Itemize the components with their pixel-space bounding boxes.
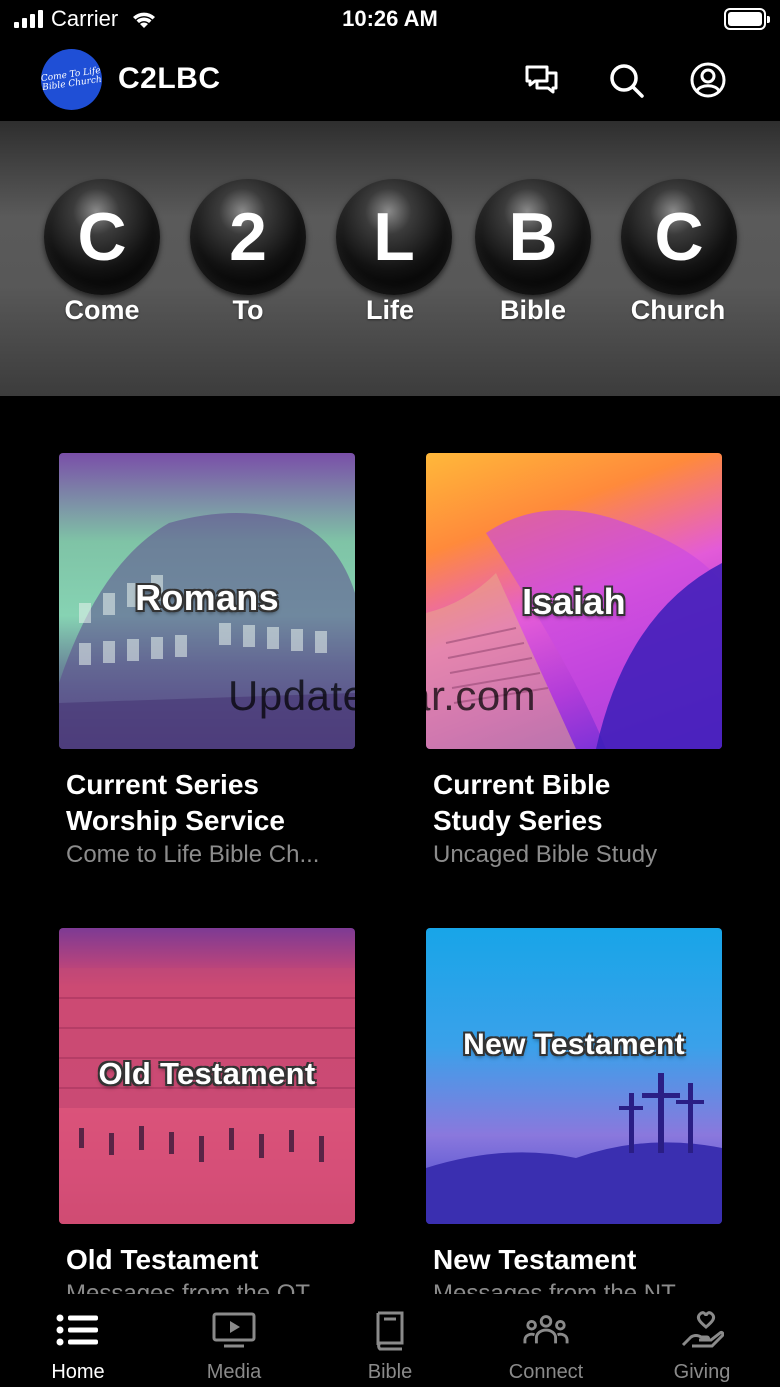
tab-label: Media	[206, 1361, 262, 1383]
tab-label: Giving	[673, 1361, 731, 1383]
search-icon[interactable]	[604, 58, 648, 102]
tab-home[interactable]: Home	[0, 1297, 156, 1387]
series-card-romans[interactable]: Romans Current Series Worship Service Co…	[59, 453, 355, 871]
series-card-new-testament[interactable]: New Testament New Testament Messages fro…	[426, 928, 722, 1294]
tab-giving[interactable]: Giving	[624, 1297, 780, 1387]
banner-word: To	[232, 295, 264, 325]
card-subtitle: Messages from the NT	[433, 1280, 676, 1294]
status-time: 10:26 AM	[342, 6, 438, 31]
card-title-line: Current Bible	[433, 769, 611, 800]
banner-word: Life	[365, 295, 414, 325]
tab-label: Bible	[367, 1361, 413, 1383]
church-banner: C Come 2 To L Life B Bible C Church	[0, 121, 780, 396]
card-title: Old Testament	[59, 1242, 355, 1278]
card-title-line: Old Testament	[66, 1244, 259, 1275]
bottom-tab-bar: Home Media Bible Connect Giving	[0, 1297, 780, 1387]
chat-icon[interactable]	[520, 58, 564, 102]
series-thumbnail: New Testament	[426, 928, 722, 1224]
app-header: Come To Life Bible Church C2LBC	[0, 40, 780, 120]
tab-label: Home	[51, 1361, 105, 1383]
list-icon	[55, 1309, 101, 1351]
series-card-old-testament[interactable]: Old Testament Old Testament Messages fro…	[59, 928, 355, 1294]
banner-ball-c: C	[44, 179, 160, 295]
banner-ball-b: B	[475, 179, 591, 295]
tab-bible[interactable]: Bible	[312, 1297, 468, 1387]
heart-hand-icon	[679, 1309, 725, 1351]
banner-letter: 2	[229, 199, 267, 275]
people-icon	[523, 1309, 569, 1351]
card-title: New Testament	[426, 1242, 722, 1278]
banner-letter: B	[508, 199, 558, 275]
logo-text: Come To Life Bible Church	[41, 65, 102, 93]
card-subtitle: Messages from the OT	[66, 1280, 311, 1294]
thumbnail-overlay-text: Old Testament	[98, 1056, 316, 1091]
banner-word: Bible	[499, 295, 566, 325]
card-subtitle: Uncaged Bible Study	[433, 841, 658, 868]
banner-letter: C	[77, 199, 127, 275]
watermark-text: UpdateStar.com	[228, 672, 537, 719]
banner-ball-l: L	[336, 179, 452, 295]
series-thumbnail: Old Testament	[59, 928, 355, 1224]
book-icon	[367, 1309, 413, 1351]
tab-label: Connect	[508, 1361, 584, 1383]
card-title: Current Series Worship Service	[59, 767, 355, 839]
tv-play-icon	[211, 1309, 257, 1351]
banner-ball-c2: C	[621, 179, 737, 295]
banner-ball-2: 2	[190, 179, 306, 295]
series-card-isaiah[interactable]: Isaiah Current Bible Study Series Uncage…	[426, 453, 722, 871]
banner-word: Come	[64, 295, 140, 325]
card-title-line: New Testament	[433, 1244, 637, 1275]
tab-media[interactable]: Media	[156, 1297, 312, 1387]
card-title-line: Worship Service	[66, 805, 285, 836]
card-title: Current Bible Study Series	[426, 767, 722, 839]
card-title-line: Current Series	[66, 769, 259, 800]
thumbnail-overlay-text: New Testament	[463, 1028, 685, 1061]
battery-icon	[724, 8, 770, 30]
crosses-image	[426, 1073, 722, 1224]
status-bar: Carrier 10:26 AM	[0, 0, 780, 40]
card-subtitle: Come to Life Bible Ch...	[66, 841, 320, 868]
thumbnail-overlay-text: Isaiah	[522, 581, 626, 622]
banner-word: Church	[630, 295, 726, 325]
banner-letter: C	[654, 199, 704, 275]
church-logo[interactable]: Come To Life Bible Church	[41, 49, 102, 110]
card-title-line: Study Series	[433, 805, 603, 836]
account-icon[interactable]	[686, 58, 730, 102]
app-title: C2LBC	[118, 62, 221, 95]
banner-letter: L	[373, 199, 415, 275]
tab-connect[interactable]: Connect	[468, 1297, 624, 1387]
thumbnail-overlay-text: Romans	[135, 577, 279, 618]
